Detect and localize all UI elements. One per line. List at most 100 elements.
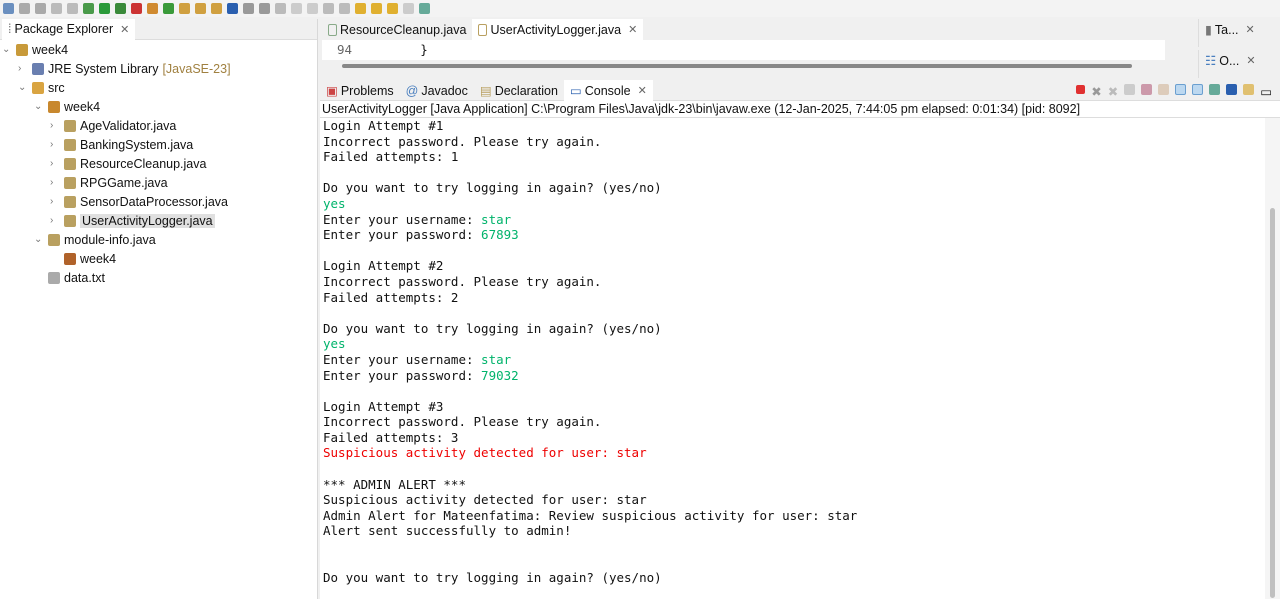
- toolbar-button-icon[interactable]: [3, 3, 14, 14]
- remove-launch-icon[interactable]: ✖: [1091, 84, 1101, 99]
- tree-item[interactable]: › BankingSystem.java: [50, 135, 193, 154]
- toolbar-button-icon[interactable]: [403, 3, 414, 14]
- tab-useractivitylogger[interactable]: UserActivityLogger.java ✕: [472, 19, 644, 40]
- close-icon[interactable]: ✕: [628, 23, 637, 36]
- toolbar-button-icon[interactable]: [387, 3, 398, 14]
- console-line: Enter your password: 79032: [323, 368, 857, 384]
- tab-outline[interactable]: ☷ O... ✕: [1199, 50, 1280, 71]
- toolbar-button-icon[interactable]: [83, 3, 94, 14]
- tab-tasks[interactable]: ▮ Ta... ✕: [1199, 19, 1280, 40]
- toolbar-button-icon[interactable]: [195, 3, 206, 14]
- close-icon[interactable]: ✕: [120, 23, 129, 36]
- open-console-icon[interactable]: [1243, 84, 1255, 95]
- toolbar-button-icon[interactable]: [323, 3, 334, 14]
- toolbar-button-icon[interactable]: [147, 3, 158, 14]
- toolbar-button-icon[interactable]: [115, 3, 126, 14]
- chevron-icon[interactable]: ⌄: [34, 101, 44, 112]
- output-text: Failed attempts: 3: [323, 429, 459, 445]
- toolbar-button-icon[interactable]: [131, 3, 142, 14]
- toolbar-button-icon[interactable]: [227, 3, 238, 14]
- show-on-stdout-icon[interactable]: [1175, 84, 1187, 95]
- tree-item[interactable]: › RPGGame.java: [50, 173, 168, 192]
- tree-item[interactable]: week4: [50, 249, 116, 268]
- console-line: *** ADMIN ALERT ***: [323, 477, 857, 493]
- output-text: Failed attempts: 2: [323, 289, 459, 305]
- chevron-icon[interactable]: ›: [50, 196, 60, 207]
- tree-item[interactable]: ⌄ week4: [34, 97, 100, 116]
- tree-item[interactable]: ⌄ module-info.java: [34, 230, 156, 249]
- toolbar-button-icon[interactable]: [67, 3, 78, 14]
- tree-item[interactable]: › AgeValidator.java: [50, 116, 176, 135]
- main-toolbar: [0, 0, 1280, 17]
- tree-item[interactable]: ⌄ src: [18, 78, 65, 97]
- toolbar-button-icon[interactable]: [371, 3, 382, 14]
- vertical-scrollbar[interactable]: [1265, 118, 1280, 599]
- word-wrap-icon[interactable]: [1158, 84, 1170, 95]
- tab-console[interactable]: ▭ Console ✕: [563, 80, 653, 101]
- toolbar-button-icon[interactable]: [211, 3, 222, 14]
- toolbar-button-icon[interactable]: [51, 3, 62, 14]
- chevron-icon[interactable]: ⌄: [2, 44, 12, 55]
- toolbar-button-icon[interactable]: [291, 3, 302, 14]
- minimize-icon[interactable]: ▭: [1260, 84, 1272, 99]
- problems-icon: ▣: [326, 84, 338, 98]
- toolbar-button-icon[interactable]: [163, 3, 174, 14]
- tab-declaration[interactable]: ▤ Declaration: [474, 80, 564, 101]
- java-file-icon: [64, 195, 76, 208]
- display-console-icon[interactable]: [1226, 84, 1238, 95]
- pin-console-icon[interactable]: [1209, 84, 1221, 95]
- code-editor[interactable]: 94 }: [322, 40, 1165, 60]
- chevron-icon[interactable]: ›: [50, 120, 60, 131]
- toolbar-button-icon[interactable]: [355, 3, 366, 14]
- toolbar-button-icon[interactable]: [19, 3, 30, 14]
- javadoc-icon: @: [405, 83, 419, 98]
- clear-console-icon[interactable]: [1124, 84, 1136, 95]
- terminate-icon[interactable]: [1076, 85, 1086, 94]
- outline-panel: ☷ O... ✕: [1198, 50, 1280, 78]
- console-line: Admin Alert for Mateenfatima: Review sus…: [323, 508, 857, 524]
- toolbar-button-icon[interactable]: [99, 3, 110, 14]
- package-explorer: ⁞ Package Explorer ✕ ⌄ week4 › JRE System L…: [0, 18, 318, 599]
- tab-package-explorer[interactable]: ⁞ Package Explorer ✕: [2, 18, 136, 40]
- toolbar-button-icon[interactable]: [179, 3, 190, 14]
- scroll-lock-icon[interactable]: [1141, 84, 1153, 95]
- chevron-icon[interactable]: ›: [50, 158, 60, 169]
- user-input-text: yes: [323, 336, 346, 352]
- tree-item-label: module-info.java: [64, 232, 156, 247]
- java-file-icon: [64, 214, 76, 227]
- tab-resourcecleanup[interactable]: ResourceCleanup.java: [322, 19, 472, 40]
- remove-all-icon[interactable]: ✖: [1108, 84, 1118, 99]
- toolbar-button-icon[interactable]: [35, 3, 46, 14]
- close-icon[interactable]: ✕: [1246, 54, 1255, 67]
- tree-item[interactable]: › ResourceCleanup.java: [50, 154, 206, 173]
- toolbar-button-icon[interactable]: [275, 3, 286, 14]
- scrollbar-thumb[interactable]: [1270, 208, 1275, 598]
- show-on-stderr-icon[interactable]: [1192, 84, 1204, 95]
- toolbar-button-icon[interactable]: [307, 3, 318, 14]
- package-explorer-icon: ⁞: [8, 22, 12, 36]
- toolbar-button-icon[interactable]: [419, 3, 430, 14]
- tree-item[interactable]: › SensorDataProcessor.java: [50, 192, 228, 211]
- tree-item[interactable]: › UserActivityLogger.java: [50, 211, 215, 230]
- tab-problems[interactable]: ▣ Problems: [320, 80, 400, 101]
- close-icon[interactable]: ✕: [638, 84, 647, 97]
- toolbar-button-icon[interactable]: [243, 3, 254, 14]
- chevron-icon[interactable]: ›: [50, 139, 60, 150]
- tree-item[interactable]: data.txt: [34, 268, 105, 287]
- chevron-icon[interactable]: ›: [18, 63, 28, 74]
- close-icon[interactable]: ✕: [1246, 23, 1255, 36]
- horizontal-scrollbar[interactable]: [342, 64, 1132, 68]
- chevron-icon[interactable]: ⌄: [18, 82, 28, 93]
- toolbar-button-icon[interactable]: [339, 3, 350, 14]
- chevron-icon[interactable]: ›: [50, 215, 60, 226]
- tree-item-label: week4: [80, 251, 117, 266]
- tree-item[interactable]: ⌄ week4: [2, 40, 68, 59]
- chevron-icon[interactable]: ⌄: [34, 234, 44, 245]
- tree-item[interactable]: › JRE System Library [JavaSE-23]: [18, 59, 231, 78]
- tab-javadoc[interactable]: @ Javadoc: [400, 80, 474, 101]
- console-output[interactable]: Login Attempt #1 Incorrect password. Plea…: [323, 118, 857, 586]
- toolbar-button-icon[interactable]: [259, 3, 270, 14]
- chevron-icon[interactable]: ›: [50, 177, 60, 188]
